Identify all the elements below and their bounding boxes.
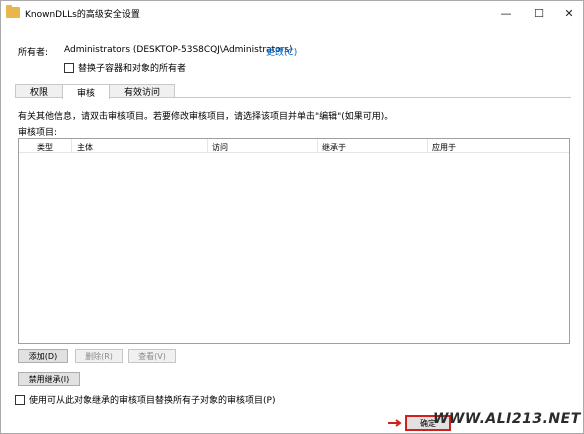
view-button[interactable]: 查看(V) <box>128 349 176 363</box>
column-header-inherited-from[interactable]: 继承于 <box>322 142 346 153</box>
tab-auditing-label: 审核 <box>77 88 96 99</box>
arrow-right-icon <box>388 419 402 427</box>
replace-owner-option[interactable]: 替换子容器和对象的所有者 <box>64 61 186 74</box>
column-header-access[interactable]: 访问 <box>212 142 228 153</box>
disable-inheritance-button[interactable]: 禁用继承(I) <box>18 372 80 386</box>
column-header-principal[interactable]: 主体 <box>77 142 93 153</box>
watermark-text: WWW.ALI213.NET <box>433 411 581 427</box>
column-separator[interactable] <box>71 139 72 153</box>
replace-owner-checkbox[interactable] <box>64 62 74 73</box>
tab-permissions[interactable]: 权限 <box>15 84 64 98</box>
info-text: 有关其他信息，请双击审核项目。若要修改审核项目，请选择该项目并单击"编辑"(如果… <box>18 112 394 122</box>
tab-effective-access[interactable]: 有效访问 <box>109 84 176 98</box>
remove-button[interactable]: 删除(R) <box>75 349 123 363</box>
replace-child-entries-checkbox[interactable] <box>15 394 25 405</box>
column-separator[interactable] <box>317 139 318 153</box>
replace-child-entries-option[interactable]: 使用可从此对象继承的审核项目替换所有子对象的审核项目(P) <box>15 393 275 406</box>
title-bar: KnownDLLs的高级安全设置 — ☐ ✕ <box>1 1 583 25</box>
folder-icon <box>6 5 20 18</box>
audit-entries-table[interactable]: 类型 主体 访问 继承于 应用于 <box>18 138 570 344</box>
change-owner-link[interactable]: 更改(C) <box>266 45 297 58</box>
table-header: 类型 主体 访问 继承于 应用于 <box>19 139 569 153</box>
add-button[interactable]: 添加(D) <box>18 349 68 363</box>
maximize-button[interactable]: ☐ <box>524 1 554 25</box>
close-button[interactable]: ✕ <box>554 1 584 25</box>
column-header-applies-to[interactable]: 应用于 <box>432 142 456 153</box>
tab-auditing[interactable]: 审核 <box>62 84 111 99</box>
column-separator[interactable] <box>427 139 428 153</box>
column-header-type[interactable]: 类型 <box>37 142 53 153</box>
owner-value: Administrators (DESKTOP-53S8CQJ\Administ… <box>64 45 293 55</box>
window-title: KnownDLLs的高级安全设置 <box>25 10 140 20</box>
audit-entries-label: 审核项目: <box>18 128 58 138</box>
replace-child-entries-label: 使用可从此对象继承的审核项目替换所有子对象的审核项目(P) <box>29 396 276 406</box>
column-separator[interactable] <box>207 139 208 153</box>
tab-strip: 权限 审核 有效访问 <box>15 84 176 99</box>
minimize-button[interactable]: — <box>491 1 521 25</box>
owner-label: 所有者: <box>18 48 49 58</box>
security-settings-window: KnownDLLs的高级安全设置 — ☐ ✕ 所有者: Administrato… <box>0 0 584 434</box>
replace-owner-label: 替换子容器和对象的所有者 <box>78 64 187 74</box>
